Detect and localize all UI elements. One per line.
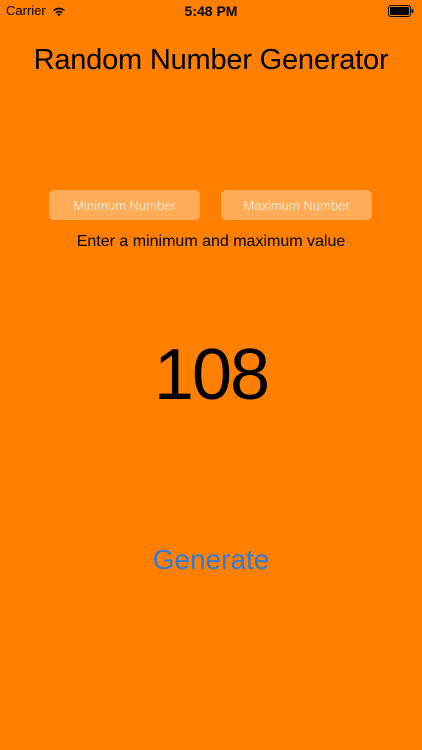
- status-time: 5:48 PM: [184, 3, 238, 19]
- status-bar: Carrier 5:48 PM: [0, 0, 422, 22]
- generate-button[interactable]: Generate: [111, 538, 311, 582]
- instruction-label: Enter a minimum and maximum value: [76, 233, 346, 250]
- minimum-number-input[interactable]: [49, 190, 200, 220]
- battery-icon: [388, 5, 414, 17]
- maximum-number-input[interactable]: [221, 190, 372, 220]
- app-title: Random Number Generator: [33, 44, 389, 76]
- random-number-display: 108: [153, 335, 270, 415]
